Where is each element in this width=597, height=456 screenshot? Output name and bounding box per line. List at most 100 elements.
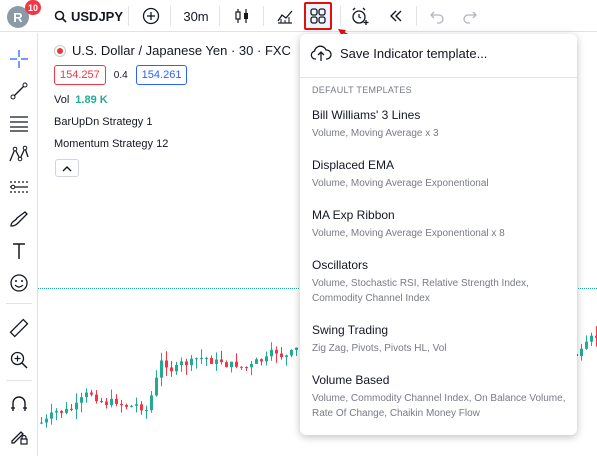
candle-body [40,422,43,424]
magnet-icon [11,396,27,411]
candle-body [60,410,63,413]
candle-body [140,404,143,411]
alarm-clock-plus-icon [352,7,369,25]
notification-badge: 10 [25,0,41,15]
flag-icon [54,44,66,57]
redo-button[interactable] [459,4,481,28]
divider [6,303,32,304]
candle-body [190,358,193,366]
template-name: Volume Based [312,373,390,387]
undo-button[interactable] [426,4,448,28]
crosshair-icon [10,50,28,68]
candle-body [280,353,283,357]
text-tool[interactable] [7,239,31,263]
template-description: Zig Zag, Pivots, Pivots HL, Vol [312,343,447,354]
candle-body [50,412,53,419]
horizontal-lines-icon [10,116,28,132]
rewind-icon [390,10,402,22]
indicator-legend-1[interactable]: BarUpDn Strategy 1 [54,116,152,128]
candle-body [270,349,273,357]
candle-body [260,359,263,362]
buy-price-button[interactable]: 154.261 [135,65,188,85]
text-icon [13,243,25,259]
candle-body [210,357,213,364]
lock-drawings-tool[interactable] [7,424,31,448]
template-item[interactable]: Displaced EMA Volume, Moving Average Exp… [312,157,567,191]
indicators-icon [277,10,293,24]
candle-body [215,359,218,364]
collapse-legend-button[interactable] [55,159,79,177]
trade-prices: 154.257 0.4 154.261 [54,65,188,85]
candle-body [160,360,163,378]
template-name: Displaced EMA [312,158,395,172]
candle-body [195,358,198,360]
chart-type-button[interactable] [231,4,253,28]
candle-body [175,365,178,372]
template-description: Volume, Stochastic RSI, Relative Strengt… [312,278,529,304]
template-item[interactable]: Oscillators Volume, Stochastic RSI, Rela… [312,257,567,306]
template-item[interactable]: MA Exp Ribbon Volume, Moving Average Exp… [312,207,567,241]
brush-tool[interactable] [7,207,31,231]
redo-icon [463,11,477,24]
prediction-tool[interactable] [7,175,31,199]
replay-button[interactable] [384,4,408,28]
candles-icon [235,9,248,23]
zoom-tool[interactable] [7,348,31,372]
symbol-legend[interactable]: U.S. Dollar / Japanese Yen · 30 · FXC [54,43,291,58]
divider [416,6,417,26]
magnet-tool[interactable] [7,392,31,416]
forecast-icon [10,181,28,193]
candle-body [65,408,68,413]
candle-body [80,397,83,403]
template-item[interactable]: Swing Trading Zig Zag, Pivots, Pivots HL… [312,322,567,356]
compare-button[interactable] [139,4,163,28]
candle-body [45,418,48,423]
candle-body [255,359,258,364]
candle-body [135,404,138,406]
volume-legend[interactable]: Vol 1.89 K [54,94,108,106]
template-description: Volume, Commodity Channel Index, On Bala… [312,393,566,419]
candle-body [180,361,183,366]
candle-body [150,395,153,411]
trend-line-tool[interactable] [7,79,31,103]
indicator-templates-button[interactable] [304,2,332,30]
crosshair-tool[interactable] [7,47,31,71]
template-description: Volume, Moving Average Exponentional [312,178,489,189]
candle-body [580,348,583,356]
save-template-item[interactable]: Save Indicator template... [300,34,577,72]
alert-button[interactable] [348,4,372,28]
icons-tool[interactable] [7,271,31,295]
interval-button[interactable]: 30m [180,4,212,28]
zoom-in-icon [10,351,28,369]
cloud-upload-icon [310,45,332,61]
candle-body [75,402,78,410]
candle-body [590,335,593,342]
candle-body [85,392,88,398]
ruler-icon [9,318,29,338]
candle-body [205,357,208,359]
template-name: MA Exp Ribbon [312,208,395,222]
candle-body [155,377,158,396]
template-item[interactable]: Volume Based Volume, Commodity Channel I… [312,372,567,421]
indicator-legend-2[interactable]: Momentum Strategy 12 [54,138,168,150]
fib-tool[interactable] [7,111,31,135]
template-item[interactable]: Bill Williams' 3 Lines Volume, Moving Av… [312,107,567,141]
pattern-icon [9,145,29,162]
indicators-button[interactable] [273,4,297,28]
candle-body [170,367,173,372]
candle-body [295,347,298,350]
indicator-templates-menu: Save Indicator template... DEFAULT TEMPL… [300,34,577,435]
candle-body [200,358,203,360]
candle-body [585,341,588,349]
pattern-tool[interactable] [7,143,31,167]
measure-tool[interactable] [7,316,31,340]
divider [219,6,220,26]
divider [128,6,129,26]
trend-line-icon [10,82,28,100]
candle-body [110,398,113,405]
candle-body [100,401,103,403]
spread-value: 0.4 [113,69,128,81]
symbol-search-button[interactable]: USDJPY [54,7,123,25]
sell-price-button[interactable]: 154.257 [54,65,106,85]
divider [170,6,171,26]
